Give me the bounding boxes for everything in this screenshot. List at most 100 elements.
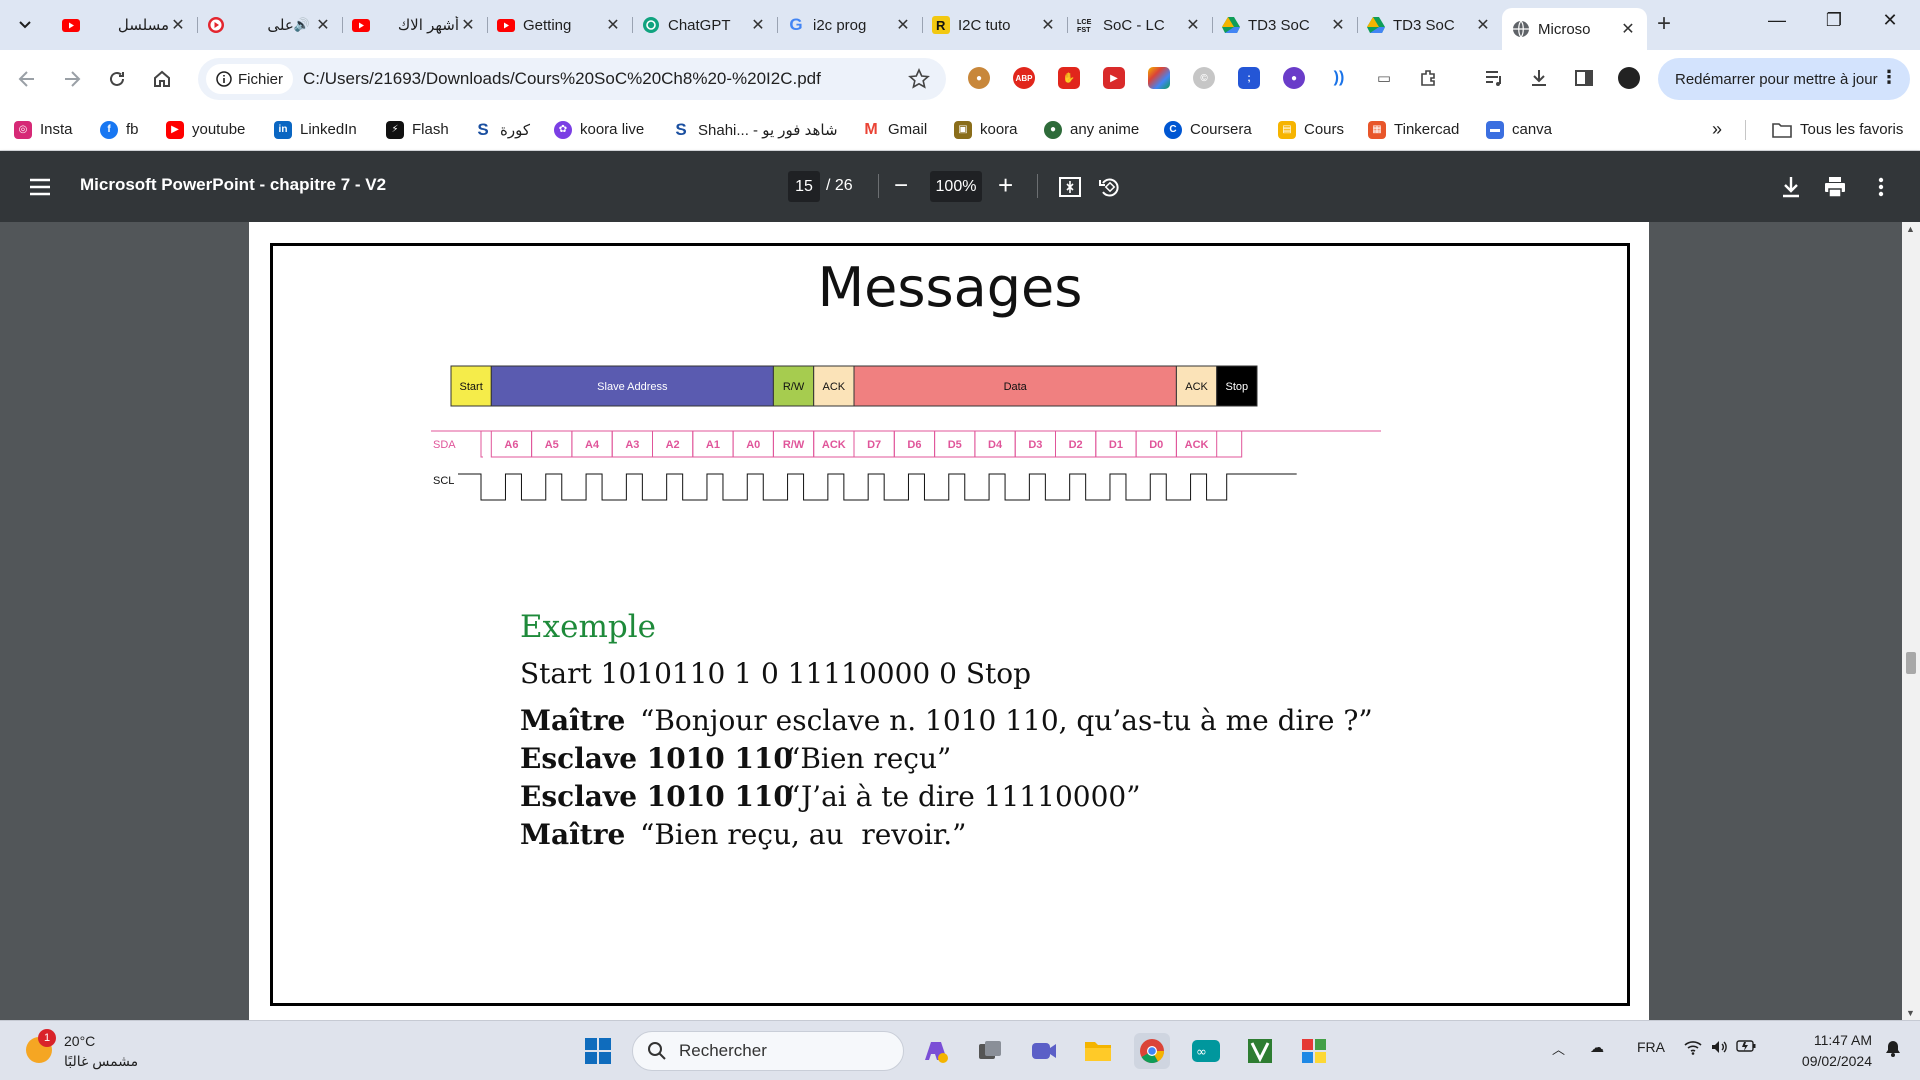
tab-8[interactable]: TD3 SoC ✕ (1212, 8, 1357, 42)
scroll-thumb[interactable] (1906, 652, 1916, 674)
grey-extension-icon[interactable]: © (1193, 67, 1215, 89)
new-tab-button[interactable]: + (1650, 10, 1678, 38)
all-bookmarks-folder[interactable]: Tous les favoris (1772, 108, 1903, 151)
close-icon[interactable]: ✕ (1619, 19, 1637, 39)
tab-search-button[interactable] (12, 12, 38, 38)
rotate-icon[interactable] (1097, 174, 1123, 200)
system-clock[interactable]: 11:47 AM 09/02/2024 (1772, 1030, 1872, 1072)
bookmark-insta[interactable]: ◎ Insta (14, 108, 73, 151)
tab-1[interactable]: على 🔊 ✕ (197, 8, 342, 42)
print-icon[interactable] (1822, 174, 1848, 200)
scroll-up-icon[interactable]: ▲ (1906, 224, 1915, 234)
close-icon[interactable]: ✕ (1474, 15, 1492, 35)
restore-icon[interactable]: ❐ (1814, 10, 1854, 31)
bookmark-fb[interactable]: f fb (100, 108, 139, 151)
bookmark-flash[interactable]: ⚡ Flash (386, 108, 449, 151)
close-icon[interactable]: ✕ (314, 15, 332, 35)
color-grid-icon[interactable] (1148, 67, 1170, 89)
adblock-plus-icon[interactable]: ABP (1013, 67, 1035, 89)
bookmark-koura[interactable]: S كورة (474, 108, 530, 151)
cast-icon[interactable]: ▭ (1373, 67, 1395, 89)
more-vertical-icon[interactable] (1868, 174, 1894, 200)
close-icon[interactable]: ✕ (169, 15, 187, 35)
fit-page-icon[interactable] (1057, 174, 1083, 200)
notification-bell-icon[interactable] (1885, 1039, 1901, 1060)
tab-3[interactable]: Getting ✕ (487, 8, 632, 42)
taskbar-search[interactable]: Rechercher (632, 1031, 904, 1071)
copilot-icon[interactable] (918, 1033, 954, 1069)
speaker-icon[interactable]: 🔊 (294, 17, 310, 33)
close-icon[interactable]: ✕ (1329, 15, 1347, 35)
language-indicator[interactable]: FRA (1637, 1039, 1665, 1055)
hamburger-menu-icon[interactable] (28, 175, 52, 199)
battery-icon[interactable] (1736, 1039, 1756, 1056)
bookmark-tinkercad[interactable]: ▦ Tinkercad (1368, 108, 1459, 151)
restart-to-update-button[interactable]: Redémarrer pour mettre à jour ⋮ (1658, 58, 1910, 100)
close-icon[interactable]: ✕ (894, 15, 912, 35)
scroll-down-icon[interactable]: ▼ (1906, 1008, 1915, 1018)
tab-0[interactable]: مسلسل ✕ (52, 8, 197, 42)
tab-9[interactable]: TD3 SoC ✕ (1357, 8, 1502, 42)
chrome-icon[interactable] (1134, 1033, 1170, 1069)
bolt-extension-icon[interactable]: ▶ (1103, 67, 1125, 89)
zoom-input[interactable]: 100% (930, 171, 982, 202)
tab-10-active[interactable]: Microso ✕ (1502, 8, 1647, 50)
more-vertical-icon[interactable]: ⋮ (1880, 67, 1898, 88)
side-panel-icon[interactable] (1573, 67, 1595, 89)
bookmark-koora-live[interactable]: ✿ koora live (554, 108, 644, 151)
bookmark-any-anime[interactable]: ● any anime (1044, 108, 1139, 151)
tab-2[interactable]: أشهر الاك ✕ (342, 8, 487, 42)
close-icon[interactable]: ✕ (1039, 15, 1057, 35)
chevron-up-icon[interactable]: ︿ (1552, 1039, 1565, 1058)
stop-hand-icon[interactable]: ✋ (1058, 67, 1080, 89)
task-view-icon[interactable] (972, 1033, 1008, 1069)
close-window-icon[interactable]: ✕ (1870, 10, 1910, 31)
profile-avatar[interactable] (1618, 67, 1640, 89)
tab-4[interactable]: ChatGPT ✕ (632, 8, 777, 42)
vertical-scrollbar[interactable]: ▲ ▼ (1902, 222, 1920, 1020)
bookmark-gmail[interactable]: M Gmail (862, 108, 927, 151)
site-info-chip[interactable]: Fichier (206, 64, 294, 94)
download-icon[interactable] (1778, 174, 1804, 200)
minimize-icon[interactable]: — (1757, 10, 1797, 31)
bookmark-star-icon[interactable] (908, 68, 930, 95)
url-text[interactable]: C:/Users/21693/Downloads/Cours%20SoC%20C… (303, 69, 821, 89)
wifi-icon[interactable] (1684, 1039, 1702, 1058)
bookmark-canva[interactable]: ▬ canva (1486, 108, 1552, 151)
home-button[interactable] (147, 64, 177, 94)
read-aloud-icon[interactable]: )) (1328, 67, 1350, 89)
bookmark-youtube[interactable]: ▶ youtube (166, 108, 245, 151)
puzzle-extensions-icon[interactable] (1418, 67, 1440, 89)
vpn-extension-icon[interactable]: ● (1283, 67, 1305, 89)
colorful-app-icon[interactable] (1296, 1033, 1332, 1069)
bookmark-linkedin[interactable]: in LinkedIn (274, 108, 357, 151)
close-icon[interactable]: ✕ (604, 15, 622, 35)
close-icon[interactable]: ✕ (749, 15, 767, 35)
teams-meet-icon[interactable] (1026, 1033, 1062, 1069)
close-icon[interactable]: ✕ (459, 15, 477, 35)
tab-7[interactable]: LCE FST SoC - LC ✕ (1067, 8, 1212, 42)
chevron-double-right-icon[interactable]: » (1712, 108, 1722, 151)
volume-icon[interactable] (1710, 1039, 1728, 1058)
reload-button[interactable] (102, 64, 132, 94)
back-button[interactable] (12, 64, 42, 94)
bookmark-shahid[interactable]: S Shahi... - شاهد فور يو (672, 108, 837, 151)
bookmark-cours[interactable]: ▤ Cours (1278, 108, 1344, 151)
start-button[interactable] (580, 1033, 616, 1069)
page-number-input[interactable]: 15 (788, 171, 820, 202)
zoom-out-button[interactable]: − (894, 172, 908, 200)
close-icon[interactable]: ✕ (1184, 15, 1202, 35)
download-icon[interactable] (1528, 67, 1550, 89)
bookmark-koora[interactable]: ▣ koora (954, 108, 1018, 151)
address-bar[interactable]: Fichier C:/Users/21693/Downloads/Cours%2… (198, 58, 946, 100)
cookie-extension-icon[interactable]: ● (968, 67, 990, 89)
arduino-icon[interactable]: ∞ (1188, 1033, 1224, 1069)
forward-button[interactable] (57, 64, 87, 94)
pdf-viewport[interactable]: Messages Start Slave Address R/W ACK Data ACK… (0, 222, 1920, 1020)
tab-6[interactable]: R I2C tuto ✕ (922, 8, 1067, 42)
zoom-in-button[interactable]: + (998, 170, 1013, 200)
semicolon-extension-icon[interactable]: ; (1238, 67, 1260, 89)
cloud-icon[interactable]: ☁ (1590, 1039, 1604, 1056)
bookmark-coursera[interactable]: C Coursera (1164, 108, 1252, 151)
file-explorer-icon[interactable] (1080, 1033, 1116, 1069)
